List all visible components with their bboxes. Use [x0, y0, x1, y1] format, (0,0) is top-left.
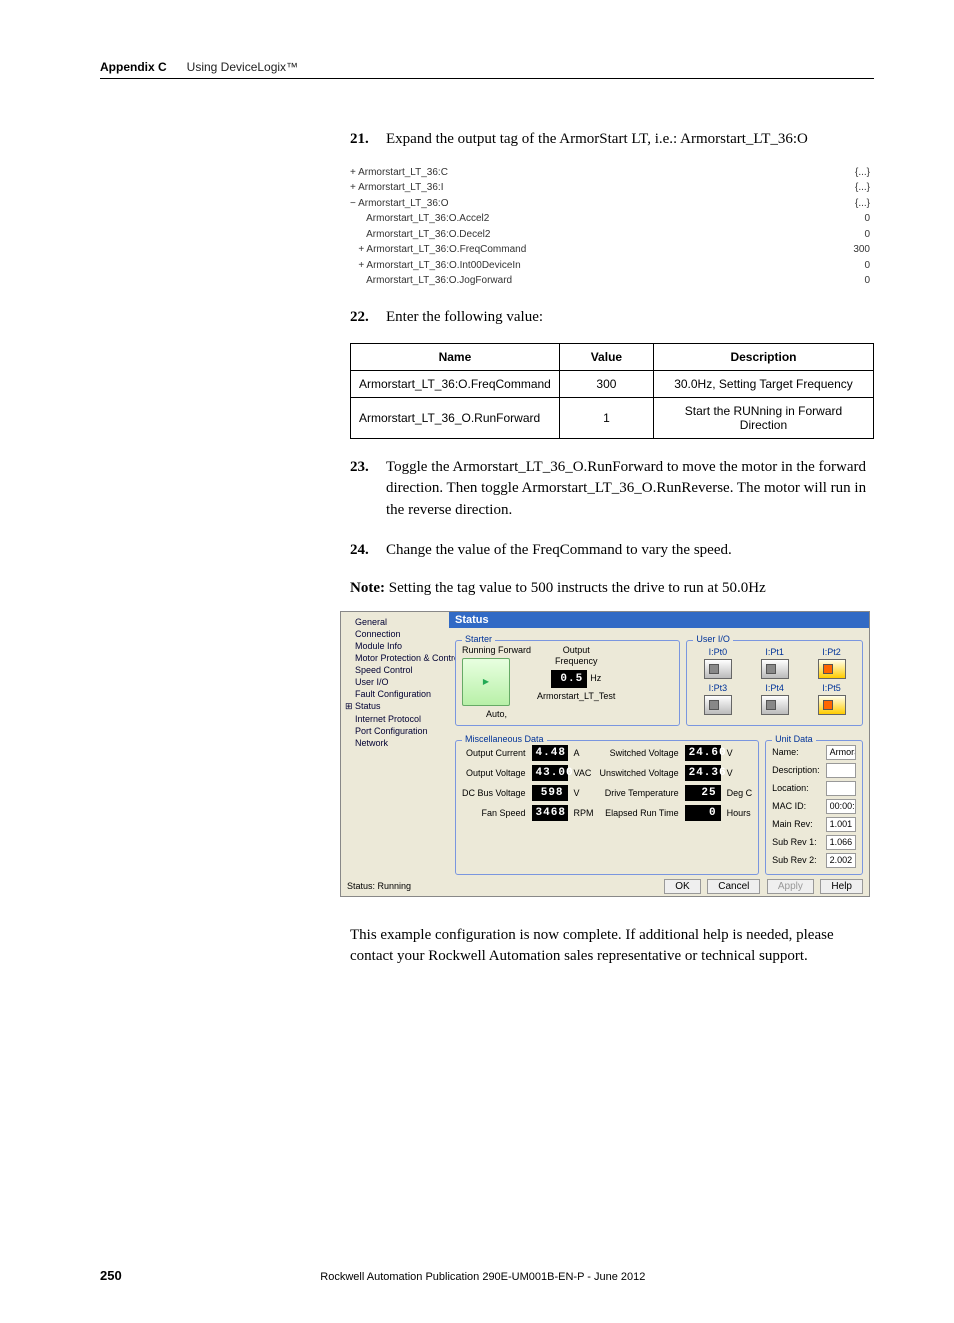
hz-unit: Hz — [590, 673, 601, 685]
page-header: Appendix C Using DeviceLogix™ — [100, 60, 874, 74]
step-number: 23. — [350, 457, 386, 522]
unit-data-panel: Unit Data Name:ArmorStart 294E 1.0 Descr… — [765, 740, 863, 875]
io-icon — [761, 695, 789, 715]
page: Appendix C Using DeviceLogix™ 21. Expand… — [0, 0, 954, 1323]
io-icon — [704, 659, 732, 679]
page-footer: 250 Rockwell Automation Publication 290E… — [100, 1268, 874, 1283]
value-table: Name Value Description Armorstart_LT_36:… — [350, 343, 874, 439]
step-number: 21. — [350, 129, 386, 151]
tree-item[interactable]: Port Configuration — [341, 725, 449, 737]
output-freq-label: Output Frequency — [537, 645, 615, 668]
io-icon — [704, 695, 732, 715]
tree-row: Armorstart_LT_36:O.JogForward0 — [350, 273, 874, 289]
apply-button[interactable]: Apply — [767, 879, 814, 894]
tree-row: + Armorstart_LT_36:O.FreqCommand300 — [350, 242, 874, 258]
io-pt: I:Pt3 — [697, 683, 738, 715]
io-pt: I:Pt2 — [811, 647, 852, 679]
panel-title: Miscellaneous Data — [462, 734, 547, 744]
io-pt: I:Pt0 — [697, 647, 738, 679]
tree-item[interactable]: Connection — [341, 628, 449, 640]
step-24: 24. Change the value of the FreqCommand … — [350, 540, 874, 562]
tree-row: Armorstart_LT_36:O.Decel20 — [350, 227, 874, 243]
th-desc: Description — [653, 343, 873, 370]
running-label: Running Forward — [462, 645, 531, 655]
tree-item[interactable]: Motor Protection & Control — [341, 652, 449, 664]
step-21: 21. Expand the output tag of the ArmorSt… — [350, 129, 874, 151]
tree-item[interactable]: User I/O — [341, 676, 449, 688]
appendix-label: Appendix C — [100, 60, 167, 74]
io-pt: I:Pt4 — [754, 683, 795, 715]
chapter-label: Using DeviceLogix™ — [187, 60, 298, 74]
th-name: Name — [351, 343, 560, 370]
header-rule — [100, 78, 874, 79]
status-dialog: General Connection Module Info Motor Pro… — [340, 611, 870, 897]
dialog-tree[interactable]: General Connection Module Info Motor Pro… — [341, 612, 449, 877]
hz-display: 0.5 — [551, 670, 587, 688]
panel-title: Starter — [462, 634, 495, 644]
panel-title: User I/O — [693, 634, 733, 644]
note: Note: Setting the tag value to 500 instr… — [350, 580, 874, 597]
tree-row: − Armorstart_LT_36:O{...} — [350, 196, 874, 212]
tree-row: + Armorstart_LT_36:C{...} — [350, 165, 874, 181]
closing-paragraph: This example configuration is now comple… — [350, 925, 874, 969]
tree-item-status-selected[interactable]: ⊞ Status — [341, 700, 449, 712]
step-text: Change the value of the FreqCommand to v… — [386, 540, 874, 562]
tree-item[interactable]: Speed Control — [341, 664, 449, 676]
cancel-button[interactable]: Cancel — [707, 879, 760, 894]
table-row: Armorstart_LT_36_O.RunForward 1 Start th… — [351, 397, 874, 438]
step-23: 23. Toggle the Armorstart_LT_36_O.RunFor… — [350, 457, 874, 522]
io-icon — [818, 659, 846, 679]
tree-item[interactable]: Fault Configuration — [341, 688, 449, 700]
status-text: Status: Running — [347, 881, 411, 891]
starter-panel: Starter Running Forward ▶ Auto, Output F… — [455, 640, 680, 726]
tree-item[interactable]: Internet Protocol — [341, 713, 449, 725]
io-pt: I:Pt1 — [754, 647, 795, 679]
motor-icon: ▶ — [462, 658, 510, 706]
io-pt: I:Pt5 — [811, 683, 852, 715]
table-row: Armorstart_LT_36:O.FreqCommand 300 30.0H… — [351, 370, 874, 397]
note-text: Setting the tag value to 500 instructs t… — [385, 580, 766, 596]
panel-title: Unit Data — [772, 734, 816, 744]
note-bold: Note: — [350, 580, 385, 596]
step-22: 22. Enter the following value: — [350, 307, 874, 329]
tree-row: Armorstart_LT_36:O.Accel20 — [350, 211, 874, 227]
page-number: 250 — [100, 1268, 122, 1283]
help-button[interactable]: Help — [820, 879, 863, 894]
th-value: Value — [559, 343, 653, 370]
step-number: 22. — [350, 307, 386, 329]
publication-info: Rockwell Automation Publication 290E-UM0… — [122, 1271, 844, 1283]
tree-item[interactable]: General — [341, 616, 449, 628]
tag-name: Armorstart_LT_Test — [537, 691, 615, 703]
ok-button[interactable]: OK — [664, 879, 700, 894]
tree-item[interactable]: Network — [341, 737, 449, 749]
tree-row: + Armorstart_LT_36:I{...} — [350, 180, 874, 196]
content-column: 21. Expand the output tag of the ArmorSt… — [350, 129, 874, 968]
tree-row: + Armorstart_LT_36:O.Int00DeviceIn0 — [350, 258, 874, 274]
dialog-footer: Status: Running OK Cancel Apply Help — [341, 877, 869, 896]
step-text: Enter the following value: — [386, 307, 874, 329]
status-title-bar: Status — [449, 612, 869, 628]
auto-label: Auto, — [462, 709, 531, 719]
step-number: 24. — [350, 540, 386, 562]
tree-item[interactable]: Module Info — [341, 640, 449, 652]
io-icon — [818, 695, 846, 715]
step-text: Toggle the Armorstart_LT_36_O.RunForward… — [386, 457, 874, 522]
misc-panel: Miscellaneous Data Output Current4.48A S… — [455, 740, 759, 875]
tag-tree: + Armorstart_LT_36:C{...} + Armorstart_L… — [350, 165, 874, 289]
step-text: Expand the output tag of the ArmorStart … — [386, 129, 874, 151]
userio-panel: User I/O I:Pt0 I:Pt1 I:Pt2 I:Pt3 I:Pt4 I… — [686, 640, 863, 726]
io-icon — [761, 659, 789, 679]
